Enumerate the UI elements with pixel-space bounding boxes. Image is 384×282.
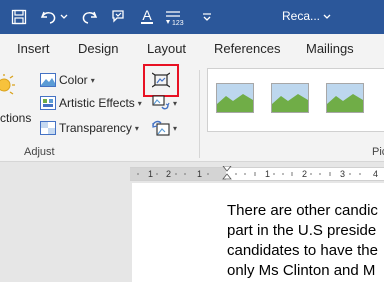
color-label: Color [59, 73, 88, 87]
svg-text:123: 123 [172, 20, 184, 26]
picture-style-thumb[interactable] [216, 83, 254, 113]
adjust-group-label: Adjust [24, 146, 55, 158]
transparency-dropdown-icon: ▾ [134, 123, 139, 133]
tab-insert[interactable]: Insert [17, 41, 50, 56]
text-line: only Ms Clinton and M [227, 262, 376, 279]
numbering-icon[interactable]: 123 [164, 6, 190, 28]
group-separator [199, 70, 200, 158]
title-dropdown-icon[interactable] [320, 6, 334, 28]
text-line: candidates to have the [227, 242, 378, 259]
artistic-effects-icon [40, 96, 56, 110]
picture-style-thumb[interactable] [271, 83, 309, 113]
transparency-label: Transparency [59, 121, 132, 135]
transparency-button[interactable]: Transparency ▾ [40, 117, 139, 139]
text-line: There are other candic [227, 202, 378, 219]
tab-references[interactable]: References [214, 41, 280, 56]
picture-styles-gallery [207, 68, 384, 132]
corrections-button[interactable]: ctions [0, 70, 34, 128]
ribbon-tabs: Insert Design Layout References Mailings [0, 34, 384, 64]
color-dropdown-icon: ▾ [90, 75, 95, 85]
artistic-effects-label: Artistic Effects [59, 96, 135, 110]
change-picture-dropdown-icon: ▾ [173, 98, 178, 108]
tab-mailings[interactable]: Mailings [306, 41, 354, 56]
customize-toolbar-icon[interactable] [196, 6, 218, 28]
touch-mode-icon[interactable] [107, 6, 129, 28]
title-bar: A 123 Reca... [0, 0, 384, 34]
save-icon[interactable] [8, 6, 30, 28]
document-area: 1 2 1 1 2 3 4 There are other candic par… [0, 162, 384, 282]
tab-layout[interactable]: Layout [147, 41, 186, 56]
change-picture-icon [152, 95, 170, 110]
tab-design[interactable]: Design [78, 41, 118, 56]
reset-picture-dropdown-icon: ▾ [173, 123, 178, 133]
compress-pictures-icon [152, 72, 170, 88]
corrections-sun-icon [0, 74, 15, 95]
svg-text:A: A [142, 8, 152, 23]
change-picture-button[interactable]: ▾ [152, 93, 186, 113]
reset-picture-button[interactable]: ▾ [152, 118, 186, 138]
horizontal-ruler[interactable]: 1 2 1 1 2 3 4 [130, 166, 384, 181]
color-button[interactable]: Color ▾ [40, 69, 95, 91]
font-color-icon[interactable]: A [136, 6, 158, 28]
text-line: part in the U.S preside [227, 222, 377, 239]
artistic-effects-dropdown-icon: ▾ [137, 98, 142, 108]
transparency-icon [40, 121, 56, 135]
undo-dropdown-icon[interactable] [58, 6, 70, 28]
picture-style-preview-icon [217, 84, 253, 112]
corrections-label: ctions [0, 111, 32, 125]
artistic-effects-button[interactable]: Artistic Effects ▾ [40, 92, 142, 114]
picture-style-preview-icon [272, 84, 308, 112]
document-title[interactable]: Reca... [282, 9, 320, 23]
picture-style-thumb[interactable] [326, 83, 364, 113]
picture-styles-group-label: Pic [372, 146, 384, 158]
document-page[interactable]: There are other candic part in the U.S p… [132, 183, 384, 282]
color-icon [40, 73, 56, 87]
document-body-text[interactable]: There are other candic part in the U.S p… [227, 201, 384, 281]
ribbon: ctions Color ▾ Artistic Effects ▾ Transp… [0, 64, 384, 162]
picture-style-preview-icon [327, 84, 363, 112]
reset-picture-icon [152, 120, 170, 136]
undo-icon[interactable] [38, 6, 60, 28]
redo-icon[interactable] [78, 6, 100, 28]
tick-marks [137, 172, 361, 176]
